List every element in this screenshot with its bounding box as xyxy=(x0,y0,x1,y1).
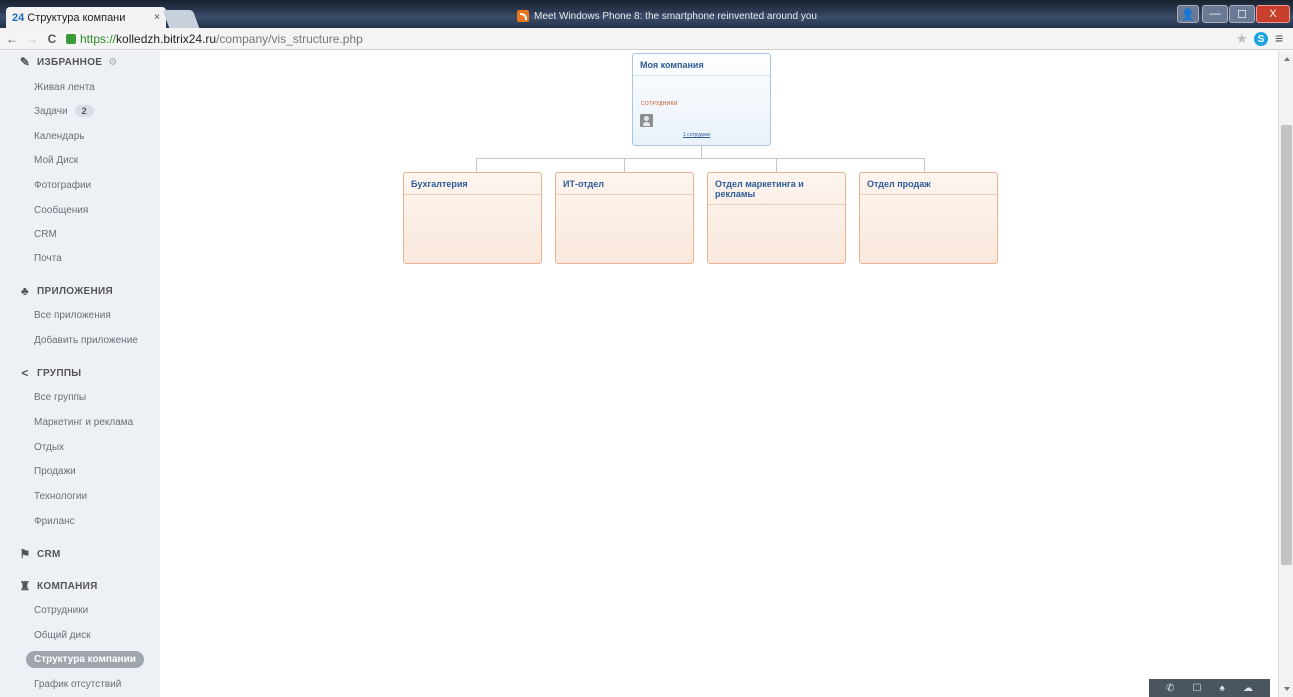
org-node-title[interactable]: Отдел маркетинга и рекламы xyxy=(708,173,845,205)
reload-button[interactable]: C xyxy=(44,32,60,46)
messenger-dock: ✆ ☐ ♠ ☁ xyxy=(1149,679,1270,697)
org-node-title[interactable]: Отдел продаж xyxy=(860,173,997,195)
browser-tab[interactable]: 24 Структура компани × xyxy=(6,7,166,28)
avatar[interactable] xyxy=(640,114,653,127)
tab-title: Структура компани xyxy=(27,11,126,24)
org-node-title[interactable]: Бухгалтерия xyxy=(404,173,541,195)
employees-link[interactable]: 1 сотрудник xyxy=(683,132,710,138)
favorites-header[interactable]: ✎ ИЗБРАННОЕ ⚙ xyxy=(18,55,118,69)
org-node-marketing[interactable]: Отдел маркетинга и рекламы xyxy=(707,172,846,264)
sidebar-item-tasks[interactable]: Задачи 2 xyxy=(34,105,94,117)
url-field[interactable]: https:// kolledzh.bitrix24.ru /company/v… xyxy=(66,32,363,46)
sidebar-item-label: Задачи xyxy=(34,106,68,117)
crm-header[interactable]: ⚑ CRM xyxy=(18,547,61,561)
org-node-company[interactable]: Моя компания сотрудники 1 сотрудник xyxy=(632,53,771,146)
cloud-icon[interactable]: ☁ xyxy=(1243,683,1253,694)
flag-icon: ⚑ xyxy=(19,547,31,561)
sidebar-item-technology[interactable]: Технологии xyxy=(34,491,87,502)
skype-icon[interactable]: S xyxy=(1254,32,1268,46)
window-title-text: Meet Windows Phone 8: the smartphone rei… xyxy=(534,10,817,22)
profile-button[interactable]: 👤 xyxy=(1177,5,1199,23)
connector-line xyxy=(924,158,925,172)
sidebar-item-crm[interactable]: CRM xyxy=(34,229,57,240)
scroll-thumb[interactable] xyxy=(1281,125,1292,565)
tasks-count-badge: 2 xyxy=(74,105,94,117)
sidebar-item-sales[interactable]: Продажи xyxy=(34,466,76,477)
bell-icon[interactable]: ♠ xyxy=(1220,683,1225,694)
sidebar-item-shared-drive[interactable]: Общий диск xyxy=(34,630,90,641)
scroll-down-arrow-icon[interactable] xyxy=(1284,687,1290,691)
apps-header-label: ПРИЛОЖЕНИЯ xyxy=(37,285,114,297)
org-node-accounting[interactable]: Бухгалтерия xyxy=(403,172,542,264)
close-window-button[interactable]: X xyxy=(1256,5,1290,23)
rss-icon xyxy=(517,10,529,22)
connector-line xyxy=(476,158,477,172)
org-node-title[interactable]: ИТ-отдел xyxy=(556,173,693,195)
maximize-button[interactable]: ☐ xyxy=(1229,5,1255,23)
window-titlebar: 24 Структура компани × Meet Windows Phon… xyxy=(0,0,1293,28)
connector-line xyxy=(776,158,777,172)
url-scheme: https:// xyxy=(80,31,117,46)
sidebar-item-photos[interactable]: Фотографии xyxy=(34,180,91,191)
sidebar-item-rest[interactable]: Отдых xyxy=(34,442,64,453)
url-path: /company/vis_structure.php xyxy=(216,31,363,46)
sidebar-item-mail[interactable]: Почта xyxy=(34,253,62,264)
gear-icon[interactable]: ⚙ xyxy=(108,57,117,68)
bookmark-star-icon[interactable]: ★ xyxy=(1236,31,1248,47)
connector-line xyxy=(624,158,625,172)
org-node-sales[interactable]: Отдел продаж xyxy=(859,172,998,264)
groups-header-label: ГРУППЫ xyxy=(37,367,82,379)
sidebar-item-absence-chart[interactable]: График отсутствий xyxy=(34,679,121,690)
org-node-title[interactable]: Моя компания xyxy=(633,54,770,76)
page-scrollbar[interactable] xyxy=(1278,51,1293,697)
scroll-up-arrow-icon[interactable] xyxy=(1284,57,1290,61)
sidebar-item-all-apps[interactable]: Все приложения xyxy=(34,310,111,321)
url-host: kolledzh.bitrix24.ru xyxy=(116,31,217,46)
org-node-it[interactable]: ИТ-отдел xyxy=(555,172,694,264)
forward-button[interactable]: → xyxy=(24,32,40,46)
sidebar: ✎ ИЗБРАННОЕ ⚙ Живая лента Задачи 2 Календ… xyxy=(0,51,160,697)
apps-header[interactable]: ♣ ПРИЛОЖЕНИЯ xyxy=(18,284,113,298)
back-button[interactable]: ← xyxy=(4,32,20,46)
connector-line xyxy=(701,146,702,158)
castle-icon: ♜ xyxy=(19,579,31,593)
tab-favicon: 24 xyxy=(12,11,25,24)
address-bar: ← → C https:// kolledzh.bitrix24.ru /com… xyxy=(0,28,1293,50)
favorites-header-label: ИЗБРАННОЕ xyxy=(37,56,103,68)
sidebar-item-company-structure[interactable]: Структура компании xyxy=(26,651,144,668)
groups-header[interactable]: < ГРУППЫ xyxy=(18,366,81,380)
sidebar-item-calendar[interactable]: Календарь xyxy=(34,131,84,142)
browser-menu-icon[interactable]: ≡ xyxy=(1275,30,1283,46)
tab-close-icon[interactable]: × xyxy=(154,12,160,23)
employees-label: сотрудники xyxy=(641,101,678,107)
sidebar-item-employees[interactable]: Сотрудники xyxy=(34,605,88,616)
lock-icon xyxy=(66,33,76,44)
sidebar-item-add-app[interactable]: Добавить приложение xyxy=(34,335,138,346)
sidebar-item-marketing[interactable]: Маркетинг и реклама xyxy=(34,417,133,428)
connector-line xyxy=(476,158,925,159)
sidebar-item-freelance[interactable]: Фриланс xyxy=(34,516,75,527)
window-title: Meet Windows Phone 8: the smartphone rei… xyxy=(517,10,817,22)
share-icon: < xyxy=(21,366,29,380)
apps-icon: ♣ xyxy=(20,284,30,298)
sidebar-item-my-drive[interactable]: Мой Диск xyxy=(34,155,78,166)
company-header[interactable]: ♜ КОМПАНИЯ xyxy=(18,579,98,593)
pin-icon: ✎ xyxy=(19,55,31,69)
sidebar-item-all-groups[interactable]: Все группы xyxy=(34,392,86,403)
chat-icon[interactable]: ☐ xyxy=(1193,683,1202,694)
sidebar-item-live-feed[interactable]: Живая лента xyxy=(34,82,95,93)
sidebar-item-messages[interactable]: Сообщения xyxy=(34,205,88,216)
crm-header-label: CRM xyxy=(37,548,61,560)
phone-icon[interactable]: ✆ xyxy=(1166,683,1174,694)
new-tab-button[interactable] xyxy=(162,10,200,28)
company-header-label: КОМПАНИЯ xyxy=(37,580,98,592)
minimize-button[interactable]: — xyxy=(1202,5,1228,23)
